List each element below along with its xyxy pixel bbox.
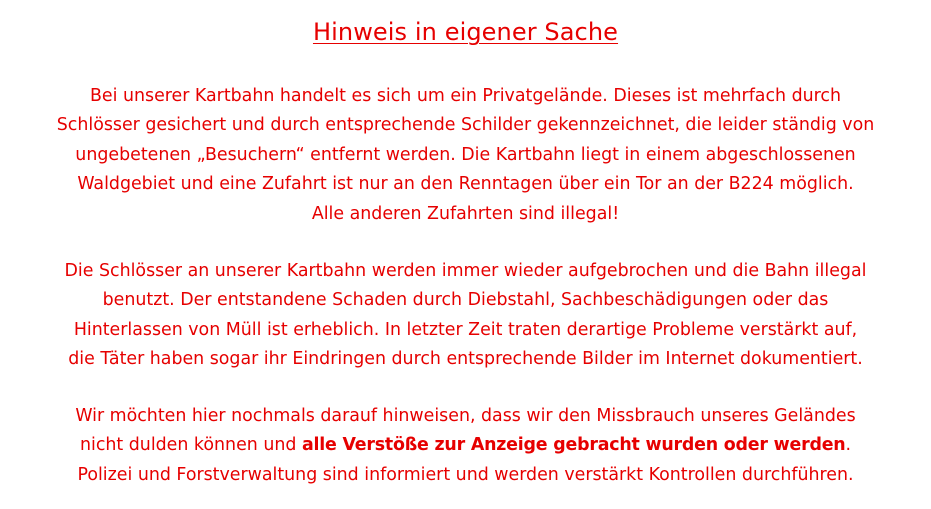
paragraph-line: Polizei und Forstverwaltung sind informi…: [77, 464, 854, 485]
paragraph-line: die Täter haben sogar ihr Eindringen dur…: [68, 349, 863, 370]
notice-document: Hinweis in eigener Sache Bei unserer Kar…: [0, 0, 931, 509]
paragraph-legal-warning: Wir möchten hier nochmals darauf hinweis…: [4, 402, 927, 490]
paragraph-line: Bei unserer Kartbahn handelt es sich um …: [89, 86, 841, 106]
paragraph-line: Hinterlassen von Müll ist erheblich. In …: [73, 319, 858, 340]
paragraph-line: Waldgebiet und eine Zufahrt ist nur an d…: [77, 174, 854, 195]
paragraph-text: .: [845, 435, 852, 456]
paragraph-private-property: Bei unserer Kartbahn handelt es sich um …: [4, 82, 927, 229]
paragraph-line: ungebetenen „Besuchern“ entfernt werden.…: [75, 144, 856, 165]
paragraph-line: Wir möchten hier nochmals darauf hinweis…: [75, 406, 856, 426]
paragraph-line: benutzt. Der entstandene Schaden durch D…: [102, 290, 829, 311]
paragraph-line: Die Schlösser an unserer Kartbahn werden…: [64, 261, 867, 281]
paragraph-damage-report: Die Schlösser an unserer Kartbahn werden…: [4, 257, 927, 375]
paragraph-line: Schlösser gesichert und durch entspreche…: [56, 115, 875, 136]
bold-warning-text: alle Verstöße zur Anzeige gebracht wurde…: [301, 435, 846, 456]
paragraph-line: Alle anderen Zufahrten sind illegal!: [311, 203, 620, 224]
paragraph-line-with-emphasis: nicht dulden können und alle Verstöße zu…: [4, 431, 927, 460]
paragraph-text: nicht dulden können und: [79, 435, 302, 456]
notice-title: Hinweis in eigener Sache: [312, 18, 619, 46]
